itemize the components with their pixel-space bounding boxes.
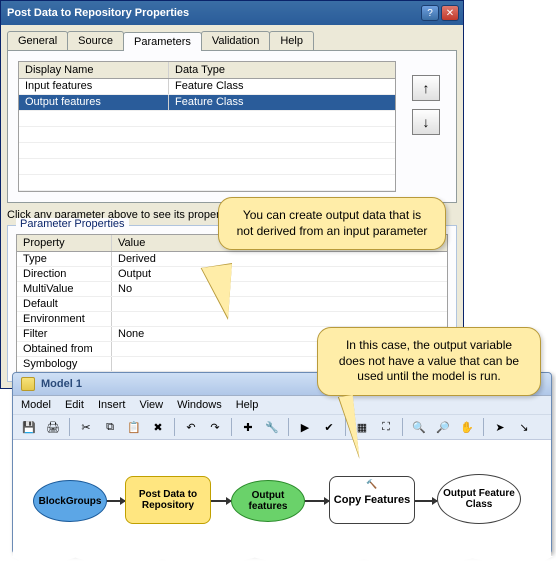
modelbuilder-window: Model 1 Model Edit Insert View Windows Help 💾… [12,372,552,554]
connector [211,500,231,502]
print-icon[interactable]: 🖨 [43,417,63,437]
callout-output-not-derived: You can create output data that is not d… [218,197,446,250]
col-property[interactable]: Property [17,235,112,251]
callout-no-value-until-run: In this case, the output variable does n… [317,327,541,396]
delete-icon[interactable]: ✖ [148,417,168,437]
tab-validation[interactable]: Validation [201,31,271,50]
full-extent-icon[interactable]: ⛶ [376,417,396,437]
zoom-out-icon[interactable]: 🔎 [433,417,453,437]
cut-icon[interactable]: ✂ [76,417,96,437]
menu-model[interactable]: Model [21,399,51,411]
menu-insert[interactable]: Insert [98,399,126,411]
property-row[interactable]: Environment [17,312,447,327]
connector [305,500,329,502]
table-row[interactable]: Output featuresFeature Class [19,95,395,111]
parameters-table[interactable]: Display Name Data Type Input featuresFea… [18,61,396,192]
node-output-feature-class[interactable]: Output Feature Class [437,474,521,524]
titlebar[interactable]: Post Data to Repository Properties ? ✕ [1,1,463,25]
tab-general[interactable]: General [7,31,68,50]
validate-icon[interactable]: ✔ [319,417,339,437]
col-display-name[interactable]: Display Name [19,62,169,78]
zoom-in-icon[interactable]: 🔍 [409,417,429,437]
help-button[interactable]: ? [421,5,439,21]
menu-windows[interactable]: Windows [177,399,222,411]
model-title: Model 1 [41,378,82,390]
parameters-tab-content: Display Name Data Type Input featuresFea… [7,50,457,203]
property-row[interactable]: Default [17,297,447,312]
table-row[interactable]: Input featuresFeature Class [19,79,395,95]
hammer-icon: 🔨 [366,480,377,490]
add-tool-icon[interactable]: 🔧 [262,417,282,437]
redo-icon[interactable]: ↷ [205,417,225,437]
pan-icon[interactable]: ✋ [457,417,477,437]
node-blockgroups[interactable]: BlockGroups [33,480,107,522]
menu-view[interactable]: View [139,399,163,411]
connect-icon[interactable]: ↘ [514,417,534,437]
callout-tail [198,264,232,318]
connector [107,500,125,502]
property-row[interactable]: DirectionOutput [17,267,447,282]
move-down-button[interactable]: ↓ [412,109,440,135]
close-button[interactable]: ✕ [441,5,459,21]
menu-help[interactable]: Help [236,399,259,411]
connector [415,500,437,502]
add-data-icon[interactable]: ✚ [238,417,258,437]
model-canvas[interactable]: BlockGroups Post Data to Repository Outp… [13,440,551,556]
property-row[interactable]: TypeDerived [17,252,447,267]
node-output-features[interactable]: Output features [231,480,305,522]
node-copy-features[interactable]: 🔨 Copy Features [329,476,415,524]
menu-edit[interactable]: Edit [65,399,84,411]
model-icon [21,377,35,391]
tab-parameters[interactable]: Parameters [123,32,202,51]
save-icon[interactable]: 💾 [19,417,39,437]
tab-help[interactable]: Help [269,31,314,50]
copy-icon[interactable]: ⧉ [100,417,120,437]
node-post-data[interactable]: Post Data to Repository [125,476,211,524]
select-icon[interactable]: ➤ [490,417,510,437]
tab-source[interactable]: Source [67,31,124,50]
propbox-title: Parameter Properties [16,218,129,230]
col-data-type[interactable]: Data Type [169,62,395,78]
move-up-button[interactable]: ↑ [412,75,440,101]
run-icon[interactable]: ▶ [295,417,315,437]
property-row[interactable]: MultiValueNo [17,282,447,297]
node-label: Copy Features [334,494,410,506]
paste-icon[interactable]: 📋 [124,417,144,437]
window-title: Post Data to Repository Properties [5,7,421,19]
undo-icon[interactable]: ↶ [181,417,201,437]
